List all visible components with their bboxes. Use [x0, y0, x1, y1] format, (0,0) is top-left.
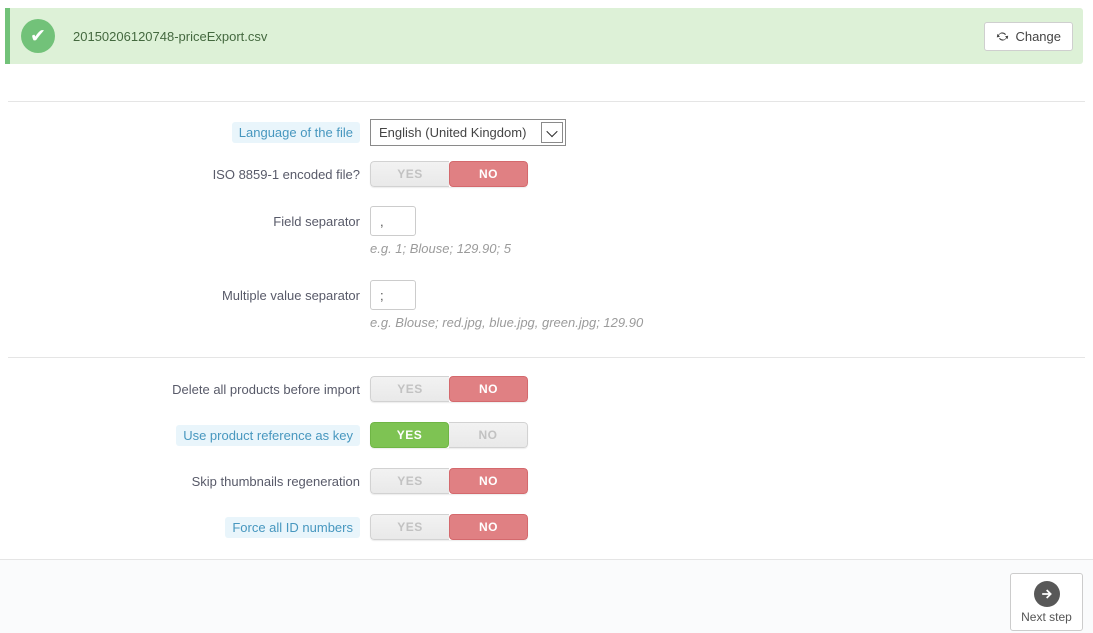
- skip-thumbnails-yes[interactable]: YES: [370, 468, 449, 494]
- refresh-icon: [996, 30, 1009, 43]
- chevron-down-icon: [541, 122, 563, 143]
- skip-thumbnails-toggle[interactable]: YES NO: [370, 468, 528, 494]
- upload-success-banner: ✔ 20150206120748-priceExport.csv Change: [5, 8, 1083, 64]
- row-use-product-reference: Use product reference as key YES NO: [0, 422, 1093, 448]
- field-separator-input[interactable]: [370, 206, 416, 236]
- change-file-button[interactable]: Change: [984, 21, 1073, 51]
- uploaded-filename: 20150206120748-priceExport.csv: [73, 28, 268, 44]
- row-multiple-value-separator: Multiple value separator: [0, 280, 1093, 310]
- delete-all-products-no[interactable]: NO: [449, 376, 528, 402]
- force-ids-label: Force all ID numbers: [225, 516, 360, 538]
- next-step-label: Next step: [1021, 610, 1072, 624]
- divider-middle: [8, 357, 1085, 358]
- skip-thumbnails-label: Skip thumbnails regeneration: [191, 473, 360, 489]
- field-separator-hint: e.g. 1; Blouse; 129.90; 5: [370, 241, 511, 256]
- delete-all-products-toggle[interactable]: YES NO: [370, 376, 528, 402]
- row-skip-thumbnails: Skip thumbnails regeneration YES NO: [0, 468, 1093, 494]
- next-step-button[interactable]: Next step: [1010, 573, 1083, 631]
- divider-top: [8, 101, 1085, 102]
- force-ids-no[interactable]: NO: [449, 514, 528, 540]
- delete-all-products-yes[interactable]: YES: [370, 376, 449, 402]
- iso-encoding-yes[interactable]: YES: [370, 161, 449, 187]
- force-ids-yes[interactable]: YES: [370, 514, 449, 540]
- field-separator-label: Field separator: [273, 213, 360, 229]
- multiple-value-separator-input[interactable]: [370, 280, 416, 310]
- panel-footer: Next step: [0, 559, 1093, 633]
- force-ids-toggle[interactable]: YES NO: [370, 514, 528, 540]
- use-product-reference-label: Use product reference as key: [176, 424, 360, 446]
- iso-encoding-toggle[interactable]: YES NO: [370, 161, 528, 187]
- row-field-separator: Field separator: [0, 206, 1093, 236]
- language-label: Language of the file: [231, 122, 360, 143]
- multiple-value-separator-label: Multiple value separator: [221, 287, 360, 303]
- use-product-reference-no[interactable]: NO: [449, 422, 528, 448]
- delete-all-products-label: Delete all products before import: [172, 381, 360, 397]
- row-iso-encoding: ISO 8859-1 encoded file? YES NO: [0, 161, 1093, 187]
- arrow-right-icon: [1033, 581, 1060, 607]
- iso-encoding-no[interactable]: NO: [449, 161, 528, 187]
- use-product-reference-toggle[interactable]: YES NO: [370, 422, 528, 448]
- check-icon: ✔: [21, 19, 55, 53]
- use-product-reference-yes[interactable]: YES: [370, 422, 449, 448]
- row-language: Language of the file English (United Kin…: [0, 119, 1093, 146]
- skip-thumbnails-no[interactable]: NO: [449, 468, 528, 494]
- language-select[interactable]: English (United Kingdom): [370, 119, 566, 146]
- row-force-ids: Force all ID numbers YES NO: [0, 514, 1093, 540]
- multiple-value-separator-hint: e.g. Blouse; red.jpg, blue.jpg, green.jp…: [370, 315, 644, 330]
- row-delete-all-products: Delete all products before import YES NO: [0, 376, 1093, 402]
- change-button-label: Change: [1015, 28, 1061, 44]
- iso-encoding-label: ISO 8859-1 encoded file?: [212, 166, 360, 182]
- language-selected-value: English (United Kingdom): [379, 125, 527, 140]
